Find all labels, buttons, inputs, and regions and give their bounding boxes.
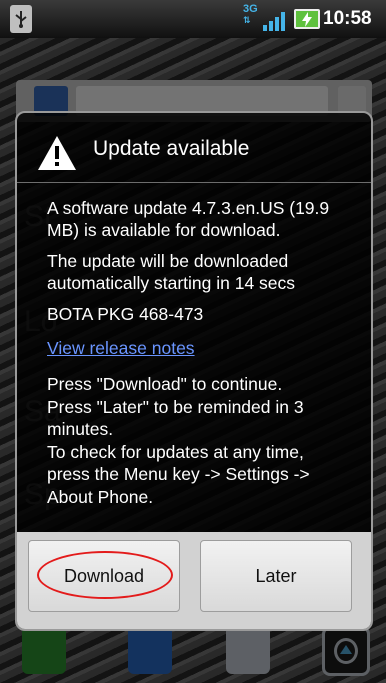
launcher-icon: [322, 626, 370, 676]
instruction-line: Press "Download" to continue.: [47, 374, 283, 394]
instructions: Press "Download" to continue. Press "Lat…: [47, 373, 347, 508]
instruction-line: Press "Later" to be reminded in 3 minute…: [47, 396, 304, 440]
signal-icon: [263, 12, 285, 31]
update-dialog: Update available A software update 4.7.3…: [15, 111, 373, 631]
warning-triangle-icon: [38, 136, 76, 170]
mail-icon: [226, 626, 270, 674]
update-description: A software update 4.7.3.en.US (19.9 MB) …: [47, 198, 330, 240]
download-button-label: Download: [63, 566, 145, 586]
battery-charging-icon: [294, 9, 320, 29]
dialog-button-bar: Download Later: [17, 532, 371, 629]
dialog-title: Update available: [93, 137, 250, 160]
phone-icon: [22, 626, 66, 674]
usb-icon: [10, 5, 32, 33]
later-button-label: Later: [255, 566, 297, 586]
download-button[interactable]: Download: [28, 540, 180, 612]
package-label: BOTA PKG 468-473: [47, 304, 204, 324]
instruction-line: To check for updates at any time, press …: [47, 441, 310, 507]
dialog-header: Update available: [17, 113, 371, 183]
status-time: 10:58: [323, 8, 372, 29]
view-release-notes-link[interactable]: View release notes: [47, 338, 195, 358]
dialog-message: A software update 4.7.3.en.US (19.9 MB) …: [47, 197, 347, 508]
status-bar: 3G ⇅ 10:58: [0, 0, 386, 38]
network-type: 3G ⇅: [243, 3, 258, 26]
contacts-icon: [128, 626, 172, 674]
later-button[interactable]: Later: [200, 540, 352, 612]
auto-download-notice: The update will be downloaded automatica…: [47, 251, 296, 293]
